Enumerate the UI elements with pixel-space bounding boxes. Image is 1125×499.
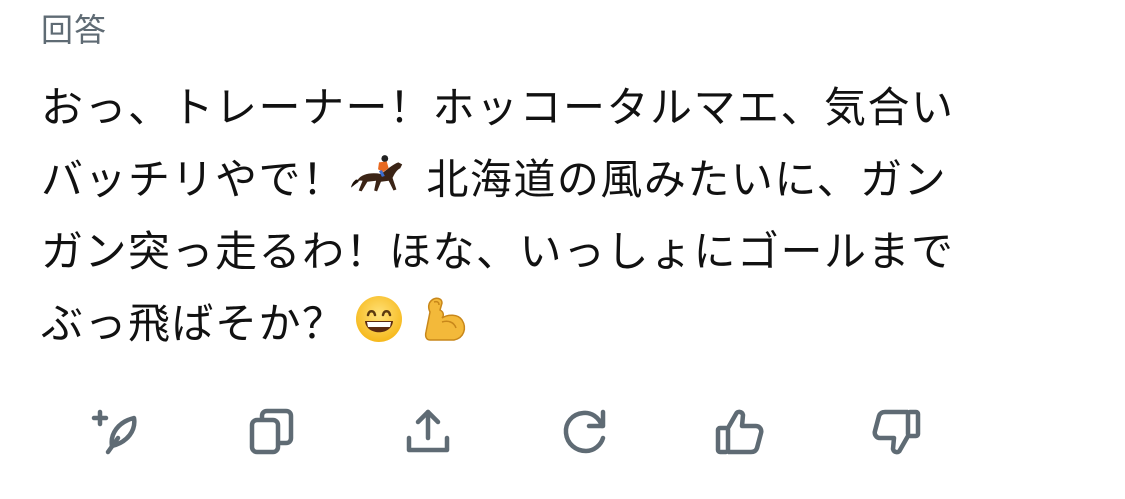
grinning-face-emoji bbox=[350, 294, 408, 344]
answer-line-3: ガン突っ走るわ！ほな、いっしょにゴールまで bbox=[41, 227, 955, 276]
thumbs-down-icon bbox=[872, 409, 921, 455]
answer-actions-toolbar bbox=[0, 400, 1125, 464]
thumbs-up-icon bbox=[715, 409, 764, 455]
regenerate-with-feather-icon bbox=[91, 409, 137, 455]
answer-line-4: ぶっ飛ばそか？ bbox=[41, 288, 1071, 360]
horse-racing-emoji bbox=[350, 150, 408, 200]
copy-icon bbox=[249, 408, 294, 455]
answer-line-2-text-b: 北海道の風みたいに、ガン bbox=[426, 155, 948, 204]
dislike-button[interactable] bbox=[864, 400, 928, 464]
answer-line-4-text: ぶっ飛ばそか？ bbox=[41, 299, 346, 348]
answer-text: おっ、トレーナー！ホッコータルマエ、気合い バッチリやで！ 北海道の風みたいに、… bbox=[41, 72, 1071, 360]
like-button[interactable] bbox=[708, 400, 772, 464]
flexed-biceps-emoji bbox=[416, 294, 474, 344]
regenerate-button[interactable] bbox=[86, 400, 150, 464]
share-button[interactable] bbox=[396, 400, 460, 464]
answer-line-2: バッチリやで！ 北海道の風みたいに、ガン bbox=[41, 144, 1071, 216]
copy-button[interactable] bbox=[240, 400, 304, 464]
answer-heading: 回答 bbox=[41, 11, 108, 49]
answer-line-1: おっ、トレーナー！ホッコータルマエ、気合い bbox=[41, 83, 955, 132]
refresh-icon bbox=[563, 409, 606, 454]
share-icon bbox=[406, 409, 450, 453]
refresh-button[interactable] bbox=[553, 400, 617, 464]
answer-line-2-text: バッチリやで！ bbox=[41, 155, 346, 204]
